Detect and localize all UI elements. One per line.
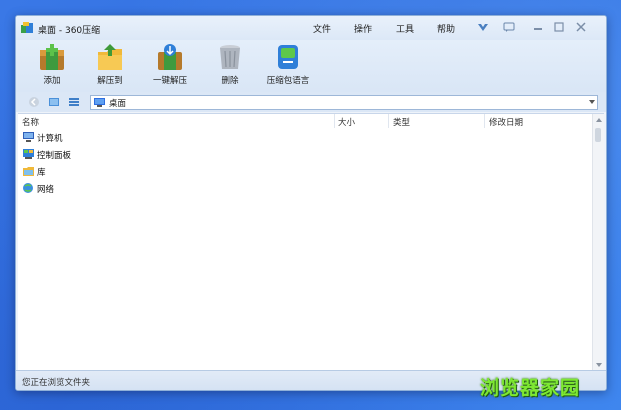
feedback-icon[interactable] [502, 21, 516, 33]
toolbar: 添加 解压到 一键解压 删除 压缩包语言 [16, 40, 606, 92]
menu-help[interactable]: 帮助 [437, 22, 455, 35]
address-path: 桌面 [109, 99, 127, 109]
status-text: 您正在浏览文件夹 [22, 378, 91, 388]
column-name[interactable]: 名称 [22, 116, 39, 128]
archive-language-label: 压缩包语言 [266, 76, 310, 86]
minimize-icon[interactable] [531, 21, 545, 33]
language-icon [278, 45, 298, 69]
add-archive-icon [40, 44, 64, 70]
address-bar: 桌面 [16, 92, 606, 112]
column-modified[interactable]: 修改日期 [489, 116, 523, 128]
thumbnail-view-icon[interactable] [48, 96, 60, 108]
list-view-icon[interactable] [68, 96, 80, 108]
library-icon [23, 167, 34, 176]
list-item-network[interactable]: 网络 [22, 181, 322, 196]
trash-icon [220, 45, 240, 69]
extract-to-label: 解压到 [97, 76, 123, 86]
list-item-library[interactable]: 库 [22, 164, 322, 179]
add-button[interactable]: 添加 [26, 42, 78, 90]
file-list: 名称 大小 类型 修改日期 计算机 控制面板 库 网络 [18, 113, 604, 371]
control-panel-icon [23, 149, 34, 159]
column-size[interactable]: 大小 [338, 116, 355, 128]
one-click-extract-icon [158, 44, 182, 70]
back-icon[interactable] [28, 96, 40, 108]
list-item-control-panel[interactable]: 控制面板 [22, 147, 322, 162]
extract-folder-icon [98, 44, 122, 70]
menu-tools[interactable]: 工具 [396, 22, 414, 35]
computer-icon [23, 132, 34, 142]
scroll-up-icon[interactable] [596, 118, 602, 122]
item-label: 库 [37, 168, 46, 178]
extract-to-button[interactable]: 解压到 [84, 42, 136, 90]
item-label: 网络 [37, 185, 55, 195]
column-divider[interactable] [484, 114, 485, 128]
window-title: 桌面 - 360压缩 [38, 26, 101, 36]
item-label: 控制面板 [37, 151, 72, 161]
app-logo-icon [21, 22, 33, 33]
one-click-extract-label: 一键解压 [152, 76, 187, 86]
address-field[interactable]: 桌面 [90, 95, 598, 110]
menu-file[interactable]: 文件 [313, 22, 331, 35]
skin-icon[interactable] [476, 21, 490, 33]
desktop-icon [94, 98, 105, 107]
item-label: 计算机 [37, 134, 63, 144]
maximize-icon[interactable] [552, 21, 566, 33]
column-divider[interactable] [388, 114, 389, 128]
column-divider[interactable] [334, 114, 335, 128]
address-dropdown-icon[interactable] [589, 100, 595, 104]
site-watermark: 浏览器家园 [480, 377, 581, 399]
list-item-computer[interactable]: 计算机 [22, 130, 322, 145]
menu-operate[interactable]: 操作 [354, 22, 372, 35]
close-icon[interactable] [574, 21, 588, 33]
scroll-thumb[interactable] [595, 128, 601, 142]
network-icon [23, 183, 33, 193]
archive-language-button[interactable]: 压缩包语言 [262, 42, 314, 90]
delete-button[interactable]: 删除 [204, 42, 256, 90]
app-window: 桌面 - 360压缩 文件 操作 工具 帮助 添加 解压到 一键解压 删除 压缩… [15, 15, 607, 391]
one-click-extract-button[interactable]: 一键解压 [144, 42, 196, 90]
add-label: 添加 [43, 76, 61, 86]
column-type[interactable]: 类型 [393, 116, 410, 128]
scroll-down-icon[interactable] [596, 363, 602, 367]
title-bar[interactable]: 桌面 - 360压缩 文件 操作 工具 帮助 [16, 16, 606, 40]
delete-label: 删除 [221, 76, 239, 86]
vertical-scrollbar[interactable] [592, 114, 604, 371]
